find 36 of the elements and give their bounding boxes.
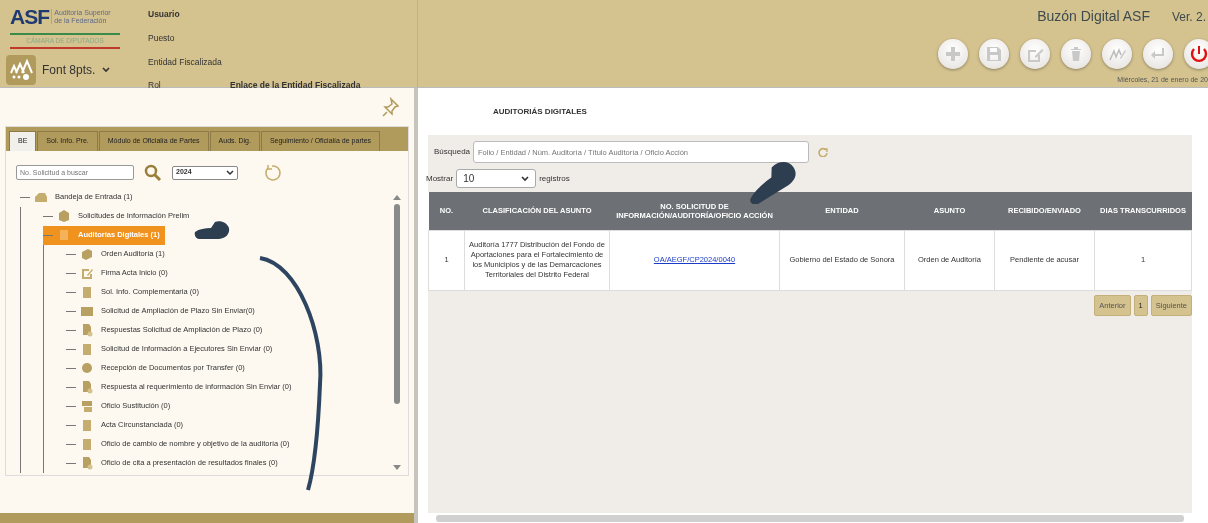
- search-label: Búsqueda: [434, 146, 471, 158]
- records-label: registros: [539, 172, 570, 185]
- field-label: Rol: [148, 79, 162, 92]
- scroll-up-icon[interactable]: [393, 193, 401, 200]
- pin-icon[interactable]: [382, 97, 400, 117]
- font-size-label: Font 8pts.: [42, 61, 96, 79]
- field-label: Usuario: [148, 8, 181, 21]
- field-label: Puesto: [148, 31, 176, 45]
- cube-icon: [57, 209, 71, 223]
- show-label: Mostrar: [426, 172, 454, 185]
- clipboard-icon: [80, 418, 94, 432]
- clipboard-icon: [80, 437, 94, 451]
- field-value: Enlace de la Entidad Fiscalizada: [230, 79, 361, 92]
- font-size-icon[interactable]: [6, 54, 36, 85]
- chevron-down-icon[interactable]: [101, 65, 112, 74]
- refresh-icon[interactable]: [818, 147, 829, 157]
- page-size-select[interactable]: 10: [456, 169, 537, 188]
- inbox-icon: [34, 190, 48, 204]
- version-label: Ver. 2.: [1171, 9, 1206, 26]
- power-button[interactable]: [1184, 39, 1208, 69]
- scrollbar[interactable]: [436, 515, 1184, 522]
- folder-icon: [57, 228, 71, 242]
- section-title: AUDITORIÁS DIGITALES: [492, 106, 588, 118]
- clipboard-icon: [80, 342, 94, 356]
- scrollbar[interactable]: [392, 193, 402, 471]
- search-icon[interactable]: [144, 163, 162, 182]
- chevron-down-icon: [521, 175, 530, 182]
- app-title: Buzón Digital ASF: [1037, 7, 1150, 26]
- scroll-down-icon[interactable]: [393, 465, 401, 471]
- logo-text: ASF: [10, 6, 49, 27]
- field-label: Entidad Fiscalizada: [148, 55, 223, 69]
- power-icon: [1188, 43, 1208, 65]
- reset-icon[interactable]: [262, 162, 282, 183]
- clipboard-icon: [80, 285, 94, 299]
- chevron-down-icon: [226, 169, 234, 176]
- edit-icon: [80, 266, 94, 280]
